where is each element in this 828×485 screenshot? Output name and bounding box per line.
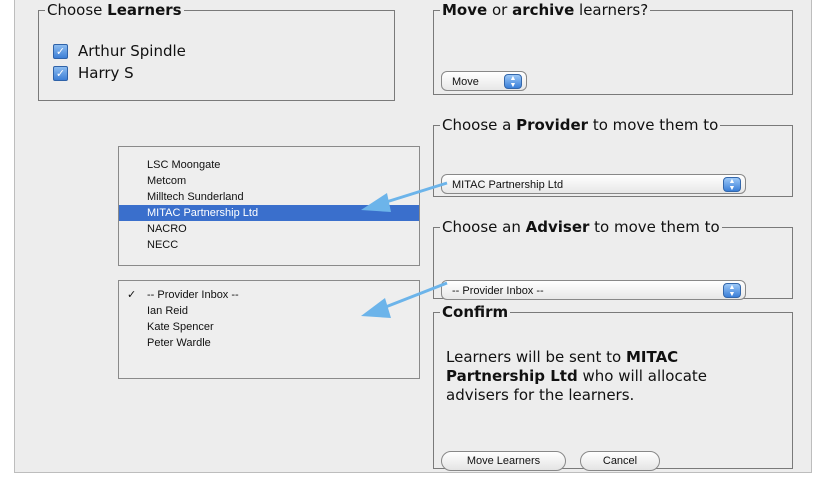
dialog-panel: Choose Learners ✓ Arthur Spindle ✓ Harry… xyxy=(14,0,812,473)
provider-callout-arrow xyxy=(361,181,448,212)
adviser-callout-arrow xyxy=(361,281,448,318)
callout-arrows xyxy=(361,181,448,318)
